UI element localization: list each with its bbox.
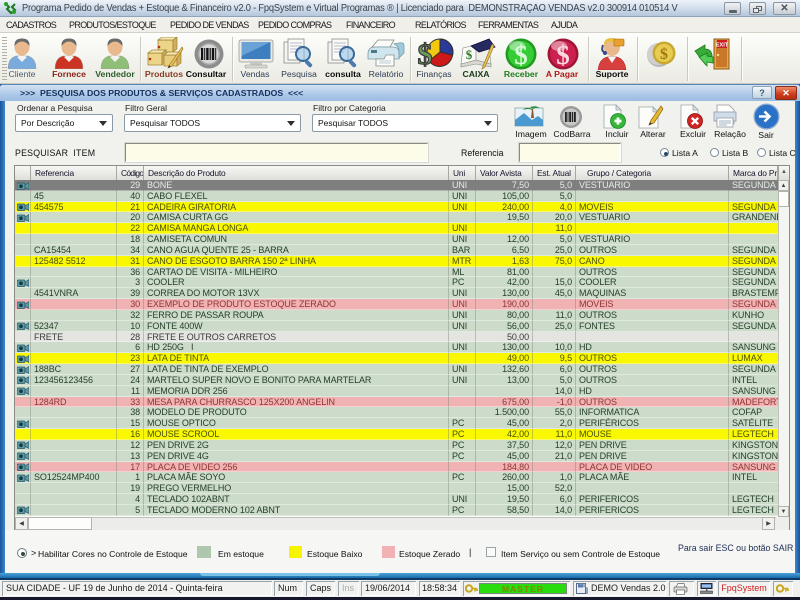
svg-text:$: $ (514, 40, 528, 70)
svg-text:$: $ (418, 38, 433, 70)
svg-text:$: $ (556, 40, 570, 70)
svg-text:$: $ (466, 47, 473, 62)
svg-text:$: $ (660, 46, 668, 63)
svg-text:EXIT: EXIT (716, 43, 729, 49)
